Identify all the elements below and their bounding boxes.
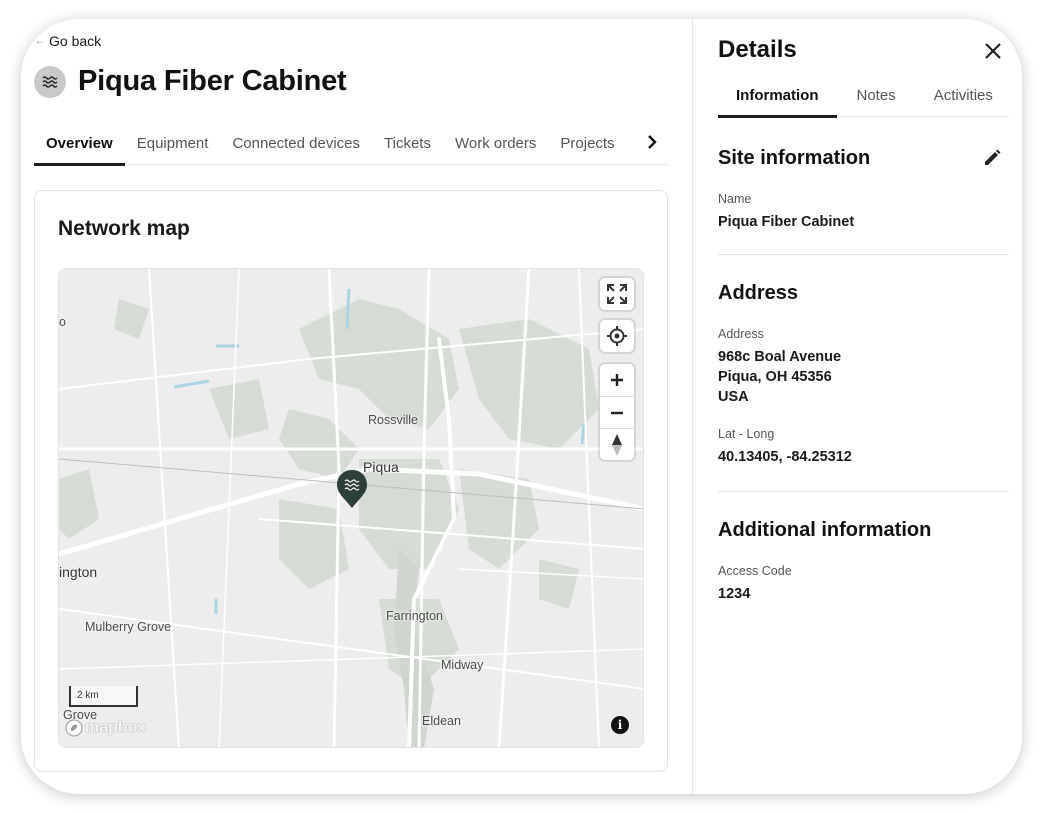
additional-information-section: Additional information Access Code 1234	[718, 519, 1009, 604]
details-title: Details	[718, 36, 797, 63]
info-icon: i	[617, 718, 623, 732]
mapbox-mark-icon	[65, 719, 83, 737]
page-title: Piqua Fiber Cabinet	[78, 65, 347, 97]
water-waves-icon	[34, 65, 66, 98]
section-title: Address	[718, 282, 799, 304]
compass-icon	[612, 433, 622, 456]
map-label-farrington: Farrington	[386, 609, 443, 623]
tab-overview[interactable]: Overview	[34, 121, 125, 166]
map-label-piqua: Piqua	[363, 459, 399, 475]
geolocate-button[interactable]	[600, 320, 634, 352]
site-tabs: Overview Equipment Connected devices Tic…	[34, 121, 670, 166]
details-panel: Details Information Notes Activities Sit…	[692, 19, 1022, 794]
tab-projects[interactable]: Projects	[548, 121, 626, 165]
name-label: Name	[718, 192, 752, 206]
tab-tickets[interactable]: Tickets	[372, 121, 443, 165]
tab-activities[interactable]: Activities	[916, 73, 1011, 117]
site-map-marker[interactable]	[336, 469, 368, 514]
chevron-right-icon	[648, 135, 657, 149]
latlong-label: Lat - Long	[718, 427, 775, 441]
section-title: Site information	[718, 147, 871, 169]
locate-icon	[607, 326, 627, 346]
map-label-eldean: Eldean	[422, 714, 461, 728]
map-label-midway: Midway	[441, 658, 484, 672]
app-window: ← Go back Piqua Fiber Cabinet Overview E…	[21, 19, 1022, 794]
tab-notes[interactable]: Notes	[837, 73, 916, 117]
section-title: Additional information	[718, 519, 932, 541]
tab-work-orders[interactable]: Work orders	[443, 121, 548, 165]
access-code-label: Access Code	[718, 564, 792, 578]
tabs-scroll-right-button[interactable]	[641, 131, 663, 153]
fullscreen-button[interactable]	[600, 278, 634, 310]
map-label-mulberry-grove: Mulberry Grove	[85, 620, 172, 634]
latlong-value: 40.13405, -84.25312	[718, 449, 852, 465]
address-value: 968c Boal Avenue Piqua, OH 45356 USA	[718, 347, 1009, 407]
zoom-out-button[interactable]	[600, 396, 634, 428]
go-back-link[interactable]: ← Go back	[35, 33, 101, 49]
tab-equipment[interactable]: Equipment	[125, 121, 221, 165]
back-arrow-icon: ←	[35, 35, 45, 47]
fullscreen-control	[600, 278, 634, 310]
zoom-control	[600, 364, 634, 460]
name-value: Piqua Fiber Cabinet	[718, 214, 855, 230]
card-title: Network map	[58, 217, 190, 240]
address-line-1: 968c Boal Avenue	[718, 349, 842, 365]
access-code-value: 1234	[718, 586, 751, 602]
network-map-card: Network map o Rossville Piqua ington Mul…	[34, 190, 668, 772]
close-icon	[985, 43, 1001, 59]
mapbox-logo[interactable]: mapbox	[65, 719, 146, 737]
network-map[interactable]: o Rossville Piqua ington Mulberry Grove …	[58, 268, 644, 748]
mapbox-wordmark: mapbox	[85, 719, 147, 736]
pencil-icon	[985, 149, 1001, 165]
go-back-label: Go back	[49, 33, 102, 49]
minus-icon	[611, 411, 623, 414]
tab-information[interactable]: Information	[718, 73, 837, 118]
compass-button[interactable]	[600, 428, 634, 460]
map-label-rossville: Rossville	[368, 413, 419, 427]
geolocate-control	[600, 320, 634, 352]
scale-label: 2 km	[77, 690, 99, 701]
address-line-2: Piqua, OH 45356	[718, 369, 832, 385]
site-information-section: Site information Name Piqua Fiber Cabine…	[718, 147, 1009, 232]
site-main-pane: ← Go back Piqua Fiber Cabinet Overview E…	[21, 19, 692, 794]
section-divider	[718, 254, 1009, 255]
address-line-3: USA	[718, 389, 749, 405]
edit-site-button[interactable]	[981, 147, 1003, 169]
tab-connected-devices[interactable]: Connected devices	[220, 121, 372, 165]
map-label-o: o	[59, 315, 66, 329]
expand-icon	[607, 284, 627, 304]
plus-icon	[611, 374, 623, 386]
details-tabs: Information Notes Activities	[718, 73, 1011, 118]
section-divider	[718, 491, 1009, 492]
close-details-button[interactable]	[982, 40, 1004, 62]
address-section: Address Address 968c Boal Avenue Piqua, …	[718, 282, 1009, 467]
map-scale-bar: 2 km	[69, 686, 138, 707]
attribution-info-button[interactable]: i	[611, 716, 629, 734]
map-label-ington: ington	[59, 564, 98, 580]
zoom-in-button[interactable]	[600, 364, 634, 396]
address-label: Address	[718, 327, 764, 341]
page-header: Piqua Fiber Cabinet	[34, 65, 347, 98]
